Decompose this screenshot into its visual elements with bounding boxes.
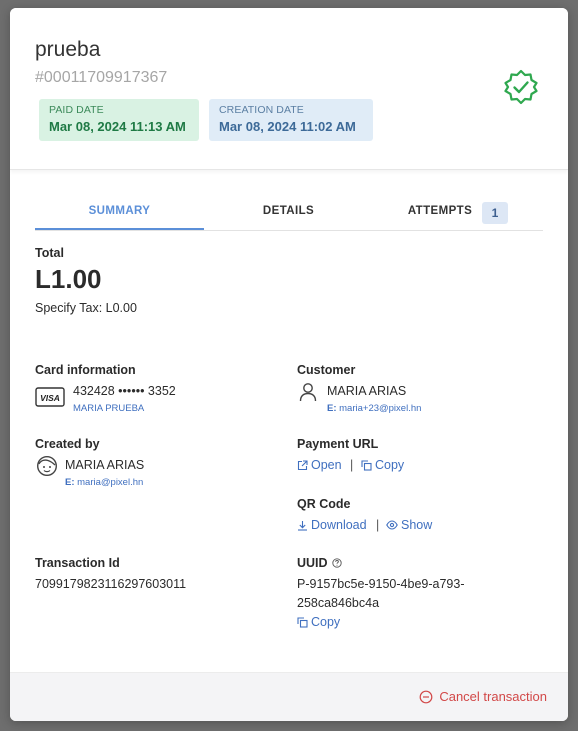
creation-date-value: Mar 08, 2024 11:02 AM — [219, 119, 356, 134]
payment-url-copy-label: Copy — [375, 458, 405, 472]
payment-url-label: Payment URL — [297, 437, 379, 451]
payment-url-open-label: Open — [311, 458, 342, 472]
total-amount: L1.00 — [35, 264, 102, 294]
qr-download-label: Download — [311, 518, 367, 532]
payment-url-open-link[interactable]: Open — [297, 458, 342, 472]
transaction-id-label: Transaction Id — [35, 556, 120, 570]
created-by-email: E: maria@pixel.hn — [65, 477, 143, 488]
copy-icon — [297, 616, 308, 628]
minus-circle-icon — [419, 690, 433, 703]
qr-code-label: QR Code — [297, 497, 351, 511]
card-brand-text: VISA — [40, 393, 60, 403]
created-by-name: MARIA ARIAS — [65, 458, 145, 472]
uuid-value-line1: P-9157bc5e-9150-4be9-a793- — [297, 577, 465, 591]
uuid-label: UUID — [297, 556, 328, 570]
tab-details[interactable]: DETAILS — [204, 198, 373, 229]
created-by-label: Created by — [35, 437, 100, 451]
payment-url-separator: | — [350, 458, 354, 472]
transaction-number: #00011709917367 — [35, 69, 168, 86]
eye-icon — [386, 520, 398, 530]
creation-date-label: CREATION DATE — [219, 104, 304, 116]
customer-email: E: maria+23@pixel.hn — [327, 403, 421, 414]
card-info-label: Card information — [35, 363, 136, 377]
agent-avatar-icon — [36, 455, 58, 477]
tab-attempts-label: ATTEMPTS — [407, 205, 473, 217]
creation-date-chip: CREATION DATE Mar 08, 2024 11:02 AM — [209, 99, 373, 141]
payment-url-copy-link[interactable]: Copy — [361, 458, 404, 472]
visa-card-icon: VISA — [35, 387, 65, 407]
modal-header: prueba #00011709917367 PAID DATE Mar 08,… — [10, 8, 568, 170]
tab-bar: SUMMARY DETAILS ATTEMPTS 1 — [35, 198, 543, 231]
tab-summary[interactable]: SUMMARY — [35, 198, 204, 230]
qr-separator: | — [376, 518, 380, 532]
customer-label: Customer — [297, 363, 356, 377]
customer-email-value: maria+23@pixel.hn — [339, 403, 422, 414]
user-icon — [299, 383, 317, 402]
tax-text: Specify Tax: L0.00 — [35, 301, 137, 315]
customer-name: MARIA ARIAS — [327, 384, 407, 398]
uuid-value-line2: 258ca846bc4a — [297, 596, 380, 610]
qr-show-link[interactable]: Show — [386, 518, 432, 532]
paid-date-chip: PAID DATE Mar 08, 2024 11:13 AM — [39, 99, 199, 141]
created-by-email-value: maria@pixel.hn — [77, 477, 144, 488]
modal-footer: Cancel transaction — [10, 672, 568, 721]
customer-email-prefix: E: — [327, 403, 337, 414]
cancel-transaction-button[interactable]: Cancel transaction — [419, 689, 547, 704]
transaction-id-value: 709917982311629760301​1 — [35, 577, 187, 591]
download-icon — [298, 520, 307, 531]
paid-date-label: PAID DATE — [49, 104, 104, 116]
paid-date-value: Mar 08, 2024 11:13 AM — [49, 119, 186, 134]
tab-attempts[interactable]: ATTEMPTS 1 — [373, 198, 543, 229]
page-title: prueba — [35, 38, 101, 61]
attempts-count-badge: 1 — [482, 202, 509, 224]
created-by-email-prefix: E: — [65, 477, 75, 488]
tab-summary-label: SUMMARY — [88, 205, 151, 217]
external-link-icon — [297, 459, 308, 470]
qr-show-label: Show — [401, 518, 433, 532]
qr-download-link[interactable]: Download — [297, 518, 367, 532]
copy-icon — [361, 459, 372, 471]
transaction-modal: prueba #00011709917367 PAID DATE Mar 08,… — [10, 8, 568, 721]
uuid-copy-label: Copy — [311, 615, 341, 629]
uuid-copy-link[interactable]: Copy — [297, 615, 340, 629]
total-label: Total — [35, 246, 64, 260]
verified-badge-icon — [504, 69, 538, 105]
help-circle-icon[interactable] — [331, 558, 342, 568]
cancel-transaction-label: Cancel transaction — [439, 689, 547, 704]
card-holder: MARIA PRUEBA — [73, 403, 145, 414]
tab-details-label: DETAILS — [262, 205, 315, 217]
uuid-label-group: UUID — [297, 556, 342, 570]
card-number: 432428 •••••• 3352 — [73, 384, 176, 398]
